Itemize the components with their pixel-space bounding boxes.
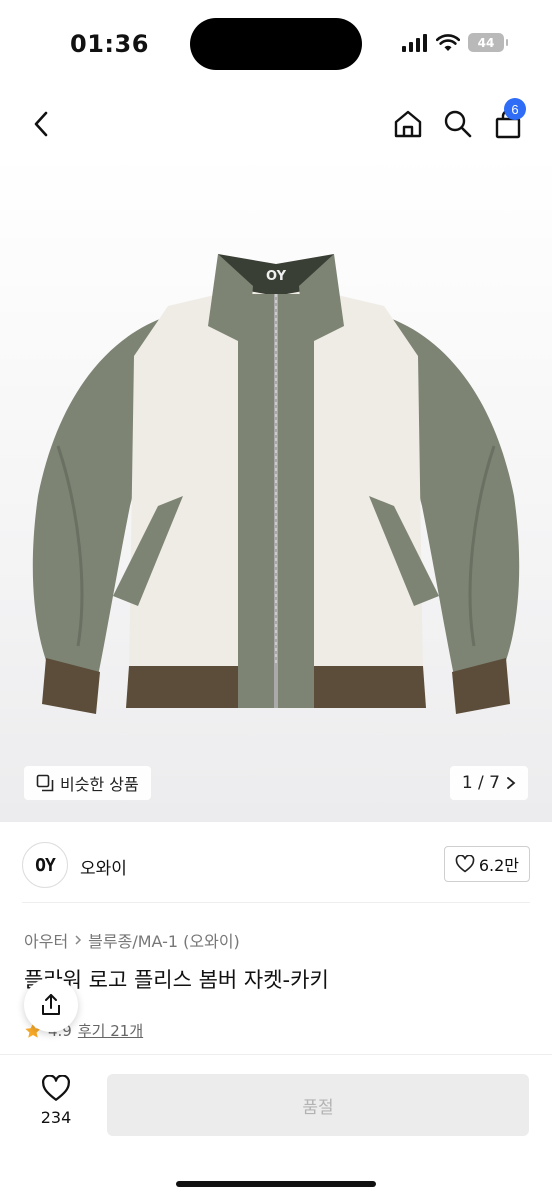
battery-icon: 44 bbox=[468, 33, 508, 52]
reviews-link[interactable]: 후기 21개 bbox=[78, 1020, 143, 1041]
brand-like-count: 6.2만 bbox=[478, 856, 519, 875]
brand-like-button[interactable]: 6.2만 bbox=[443, 846, 530, 882]
wishlist-button[interactable]: 234 bbox=[28, 1075, 84, 1127]
image-pager-text: 1 / 7 bbox=[461, 773, 500, 793]
battery-level: 44 bbox=[477, 35, 495, 50]
status-icons: 44 bbox=[402, 33, 508, 52]
search-icon bbox=[444, 110, 472, 138]
brand-name[interactable]: 오와이 bbox=[80, 854, 127, 879]
similar-items-icon bbox=[36, 774, 54, 792]
jacket-logo-text: OY bbox=[266, 269, 287, 284]
chevron-left-icon bbox=[34, 111, 48, 137]
breadcrumb-item-category[interactable]: 블루종/MA-1 (오와이) bbox=[88, 928, 240, 952]
wishlist-count: 234 bbox=[40, 1108, 72, 1127]
product-image-carousel[interactable]: OY 비슷한 상품 1 / 7 bbox=[0, 152, 552, 822]
home-indicator bbox=[176, 1181, 376, 1187]
heart-icon bbox=[42, 1075, 70, 1101]
top-nav: 6 bbox=[0, 96, 552, 152]
bottom-action-bar: 234 품절 bbox=[0, 1054, 552, 1200]
breadcrumb: 아우터 블루종/MA-1 (오와이) bbox=[24, 928, 240, 952]
image-pager[interactable]: 1 / 7 bbox=[449, 766, 528, 800]
soldout-button[interactable]: 품절 bbox=[107, 1074, 529, 1136]
dynamic-island bbox=[190, 18, 362, 70]
product-jacket-image: OY bbox=[32, 254, 520, 714]
chevron-right-icon bbox=[507, 777, 516, 789]
heart-icon bbox=[455, 855, 475, 873]
status-bar: 01:36 44 bbox=[0, 0, 552, 90]
brand-row[interactable]: OY 오와이 6.2만 bbox=[0, 834, 552, 898]
cart-button[interactable]: 6 bbox=[488, 98, 528, 144]
share-button[interactable] bbox=[24, 978, 78, 1032]
search-button[interactable] bbox=[438, 104, 478, 144]
divider bbox=[22, 902, 530, 903]
back-button[interactable] bbox=[22, 104, 62, 144]
chevron-right-icon bbox=[75, 935, 82, 945]
home-button[interactable] bbox=[388, 104, 428, 144]
status-time: 01:36 bbox=[70, 30, 149, 58]
cart-badge: 6 bbox=[504, 98, 526, 120]
signal-icon bbox=[402, 33, 427, 52]
brand-logo[interactable]: OY bbox=[22, 842, 68, 888]
wifi-icon bbox=[436, 33, 460, 51]
share-icon bbox=[42, 994, 60, 1015]
similar-products-button[interactable]: 비슷한 상품 bbox=[24, 766, 151, 800]
breadcrumb-item-outer[interactable]: 아우터 bbox=[24, 928, 68, 952]
similar-products-label: 비슷한 상품 bbox=[60, 775, 139, 794]
home-icon bbox=[394, 110, 422, 138]
